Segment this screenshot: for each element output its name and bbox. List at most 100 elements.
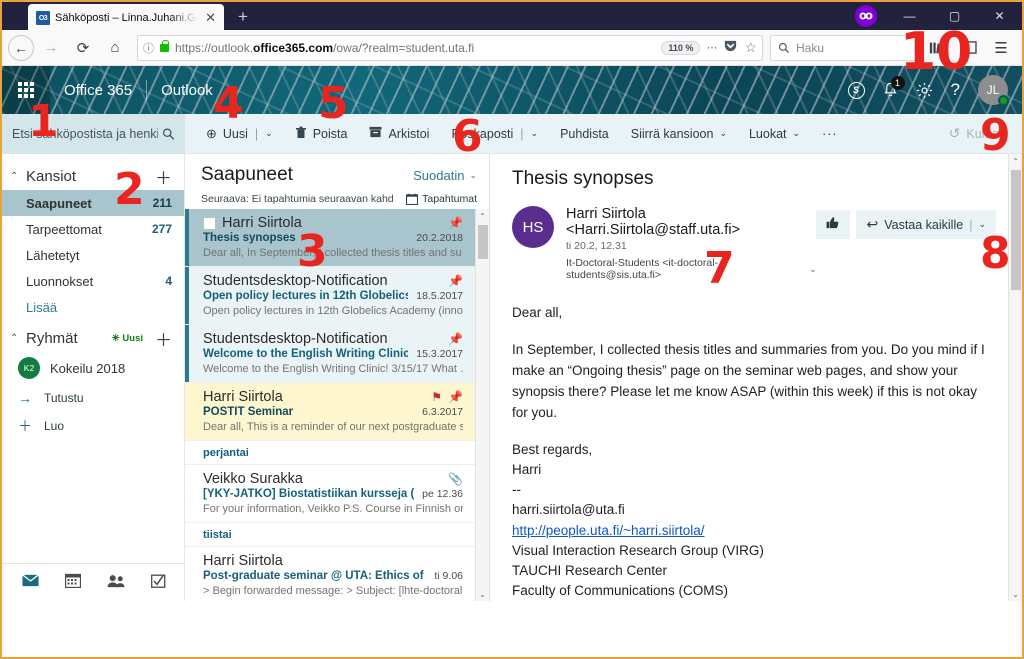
events-button[interactable]: Tapahtumat [406, 193, 477, 205]
message-list-scrollbar[interactable]: ⌃ ⌄ [475, 209, 489, 601]
sidebar-item-discover[interactable]: → Tutustu [2, 384, 184, 412]
mail-icon[interactable] [22, 574, 39, 591]
like-button[interactable] [816, 210, 851, 239]
chevron-up-icon[interactable]: ⌃ [10, 333, 26, 344]
sweep-button[interactable]: Puhdista [549, 114, 620, 154]
scroll-up-icon[interactable]: ⌃ [476, 209, 489, 223]
folder-label: Lähetetyt [26, 247, 80, 263]
reading-pane: Thesis synopses HS Harri Siirtola <Harri… [490, 154, 1022, 601]
avatar-initials: JL [986, 83, 1000, 97]
hamburger-menu-icon[interactable]: ☰ [986, 34, 1016, 62]
reply-all-button[interactable]: ↩ Vastaa kaikille | ⌄ [856, 210, 996, 239]
sidebar-item-create[interactable]: ＋ Luo [2, 412, 184, 440]
zoom-level[interactable]: 110 % [661, 40, 701, 55]
people-icon[interactable] [107, 574, 125, 592]
move-label: Siirrä kansioon [630, 126, 714, 141]
reading-pane-scrollbar[interactable]: ⌃ ⌄ [1008, 154, 1022, 601]
back-button[interactable]: ← [8, 34, 34, 61]
tasks-icon[interactable] [151, 573, 166, 592]
flag-icon[interactable]: ⚑ [431, 390, 442, 404]
office-brand[interactable]: Office 365 [50, 82, 146, 99]
groups-header[interactable]: ⌃ Ryhmät ✳ Uusi ＋ [2, 324, 184, 352]
more-commands-button[interactable]: ··· [811, 114, 849, 154]
folder-sidebar: ⌃ Kansiot ＋ Saapuneet 211 Tarpeettomat 2… [2, 154, 185, 601]
search-icon [778, 42, 789, 53]
sidebar-item-sent[interactable]: Lähetetyt [2, 242, 184, 268]
annotation-number-1: 1 [28, 96, 59, 147]
sidebar-item-clutter[interactable]: Tarpeettomat 277 [2, 216, 184, 242]
sidebar-scroll: ⌃ Kansiot ＋ Saapuneet 211 Tarpeettomat 2… [2, 154, 184, 563]
sender-avatar[interactable]: HS [512, 206, 554, 248]
filter-button[interactable]: Suodatin ⌄ [413, 168, 477, 183]
more-label: Lisää [26, 299, 58, 315]
folders-header[interactable]: ⌃ Kansiot ＋ [2, 162, 184, 190]
scroll-down-icon[interactable]: ⌄ [1009, 587, 1022, 601]
folder-count: 277 [151, 222, 172, 236]
close-icon[interactable]: ✕ [203, 10, 218, 26]
sender-address[interactable]: Harri Siirtola <Harri.Siirtola@staff.uta… [566, 206, 816, 238]
chevron-down-icon[interactable]: ⌄ [793, 128, 801, 139]
categories-button[interactable]: Luokat ⌄ [738, 114, 811, 154]
add-group-icon[interactable]: ＋ [149, 326, 172, 351]
bookmark-star-icon[interactable]: ☆ [744, 39, 757, 56]
signature-org-3: Faculty of Communications (COMS) [512, 583, 729, 599]
move-to-folder-button[interactable]: Siirrä kansioon ⌄ [620, 114, 738, 154]
notifications-bell-icon[interactable]: 1 [883, 76, 905, 98]
attachment-icon[interactable]: 📎 [448, 472, 463, 486]
home-button[interactable]: ⌂ [100, 34, 130, 62]
chevron-down-icon[interactable]: ⌄ [719, 128, 727, 139]
reply-all-icon: ↩ [866, 216, 879, 232]
message-row-ethics-of-tec[interactable]: Harri Siirtola Post-graduate seminar @ U… [185, 547, 475, 601]
skype-icon[interactable]: S [847, 81, 865, 99]
chevron-down-icon[interactable]: ⌄ [265, 128, 273, 139]
row-top: Harri Siirtola 📌 [203, 215, 463, 231]
chevron-up-icon[interactable]: ⌃ [10, 171, 26, 182]
pin-icon[interactable]: 📌 [448, 390, 463, 404]
user-avatar[interactable]: JL [978, 75, 1009, 106]
scrollbar-thumb[interactable] [1011, 170, 1021, 290]
window-close-button[interactable]: ✕ [977, 2, 1022, 30]
sender-block: Harri Siirtola <Harri.Siirtola@staff.uta… [566, 206, 816, 281]
select-checkbox[interactable] [203, 216, 216, 230]
archive-button[interactable]: Arkistoi [358, 114, 440, 154]
message-row-writing-clinic[interactable]: Studentsdesktop-Notification 📌 Welcome t… [185, 325, 475, 383]
help-icon[interactable]: ? [951, 80, 960, 100]
message-row-thesis-synopses[interactable]: Harri Siirtola 📌 Thesis synopses 20.2.20… [185, 209, 475, 267]
message-row-globelics[interactable]: Studentsdesktop-Notification 📌 Open poli… [185, 267, 475, 325]
page-actions-icon[interactable]: ⋯ [706, 41, 717, 54]
address-bar[interactable]: ⓘ https://outlook.office365.com/owa/?rea… [137, 34, 763, 61]
signature-org-1: Visual Interaction Research Group (VIRG) [512, 542, 764, 558]
sidebar-item-inbox[interactable]: Saapuneet 211 [2, 190, 184, 216]
forward-button[interactable]: → [36, 34, 66, 62]
message-row-postit-seminar[interactable]: Harri Siirtola ⚑ 📌 POSTIT Seminar 6.3.20… [185, 383, 475, 441]
chevron-down-icon[interactable]: ⌄ [809, 264, 817, 275]
annotation-number-6: 6 [452, 111, 483, 162]
sidebar-group-kokeilu[interactable]: K2 Kokeilu 2018 [2, 352, 184, 384]
preview-text: For your information, Veikko P.S. Course… [203, 503, 463, 515]
reload-button[interactable]: ⟳ [68, 34, 98, 62]
site-info-icon[interactable]: ⓘ [143, 40, 154, 56]
scrollbar-thumb[interactable] [478, 225, 488, 259]
browser-tab[interactable]: O3 Sähköposti – Linna.Juhani.G@s ✕ [28, 4, 224, 30]
scroll-down-icon[interactable]: ⌄ [476, 587, 489, 601]
message-body: Dear all, In September, I collected thes… [512, 303, 992, 601]
add-folder-icon[interactable]: ＋ [149, 164, 172, 189]
sidebar-item-more[interactable]: Lisää [2, 294, 184, 320]
message-row-biostatistiikan[interactable]: Veikko Surakka 📎 [YKY-JATKO] Biostatisti… [185, 465, 475, 523]
pin-icon[interactable]: 📌 [448, 216, 463, 230]
chevron-down-icon[interactable]: ⌄ [531, 128, 539, 139]
group-avatar: K2 [18, 357, 40, 379]
archive-label: Arkistoi [388, 126, 430, 141]
new-tab-button[interactable]: + [238, 7, 248, 30]
scroll-up-icon[interactable]: ⌃ [1009, 154, 1022, 168]
browser-search-bar[interactable]: Haku [770, 34, 920, 61]
calendar-icon[interactable] [64, 573, 82, 592]
sidebar-item-drafts[interactable]: Luonnokset 4 [2, 268, 184, 294]
preview-text: > Begin forwarded message: > Subject: [l… [203, 585, 463, 597]
group-name: Kokeilu 2018 [50, 360, 126, 376]
pin-icon[interactable]: 📌 [448, 332, 463, 346]
pin-icon[interactable]: 📌 [448, 274, 463, 288]
gear-icon[interactable] [916, 82, 933, 99]
pocket-icon[interactable] [723, 38, 738, 58]
signature-homepage-link[interactable]: http://people.uta.fi/~harri.siirtola/ [512, 523, 704, 538]
